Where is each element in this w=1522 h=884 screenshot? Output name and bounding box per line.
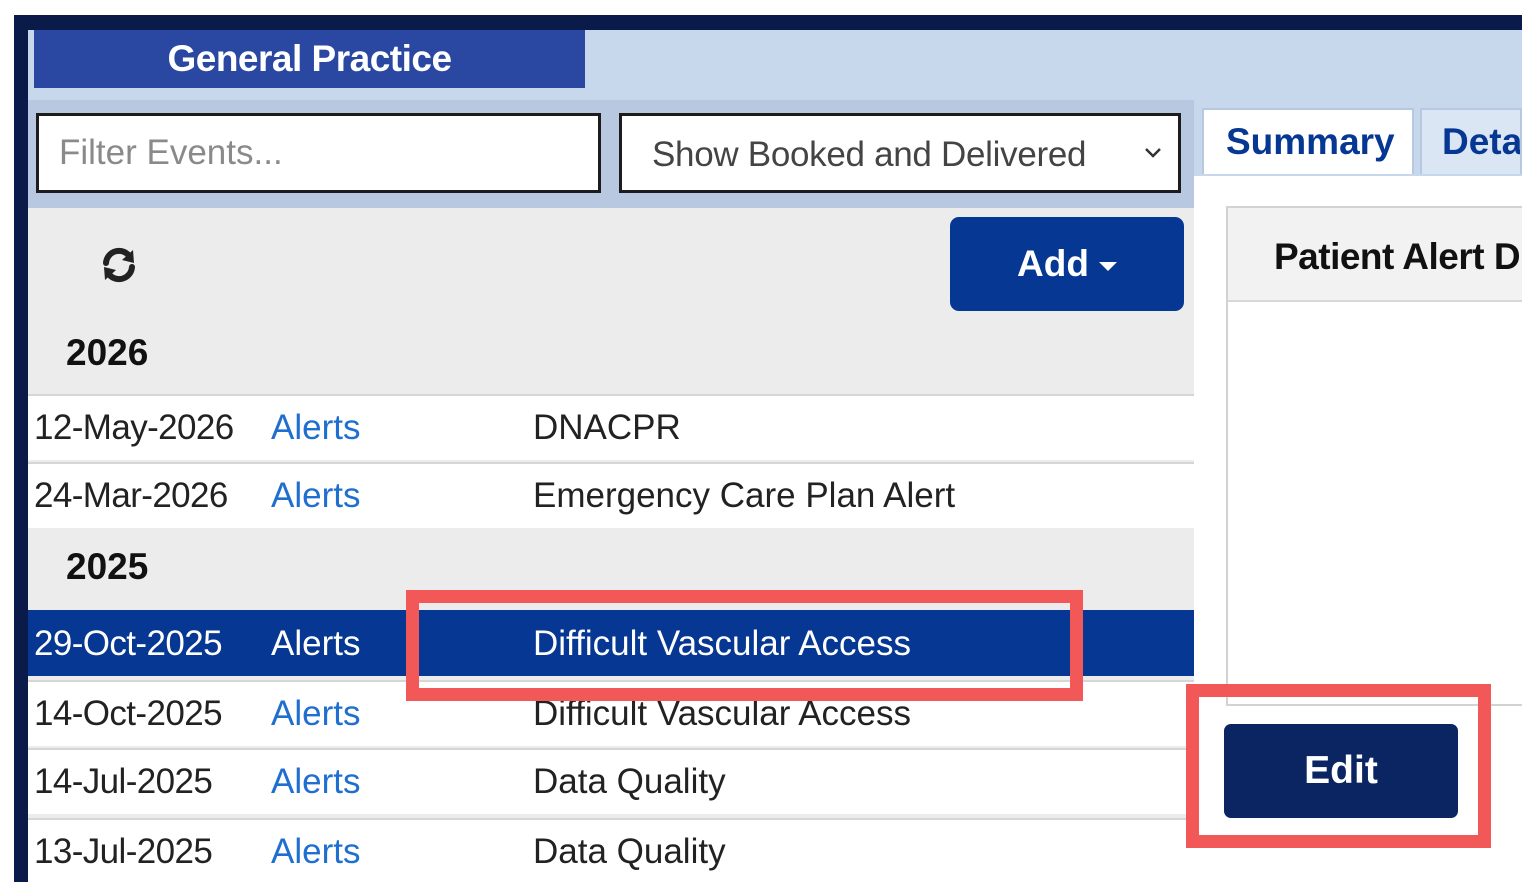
event-title: Difficult Vascular Access [533,624,912,663]
event-type-link[interactable]: Alerts [271,408,360,448]
event-type-link[interactable]: Alerts [271,762,360,802]
event-title: Data Quality [533,832,726,871]
list-item[interactable]: 12-May-2026 Alerts DNACPR [28,394,1194,460]
list-item-selected[interactable]: 29-Oct-2025 Alerts Difficult Vascular Ac… [28,610,1194,676]
year-header: 2026 [28,318,1194,388]
filter-events-input[interactable] [36,113,601,193]
event-date: 13-Jul-2025 [34,832,213,871]
add-button-label: Add [1017,243,1089,284]
event-date: 14-Oct-2025 [34,694,223,733]
edit-button[interactable]: Edit [1224,724,1458,818]
year-header: 2025 [28,532,1194,602]
list-item[interactable]: 24-Mar-2026 Alerts Emergency Care Plan A… [28,462,1194,528]
list-item[interactable]: 14-Oct-2025 Alerts Difficult Vascular Ac… [28,680,1194,746]
event-date: 24-Mar-2026 [34,476,228,515]
chevron-down-icon [1145,148,1161,158]
event-title: Difficult Vascular Access [533,694,912,733]
refresh-icon[interactable] [100,246,138,284]
alert-detail-panel: Patient Alert D [1226,206,1522,706]
tab-general-practice[interactable]: General Practice [34,30,585,88]
list-item[interactable]: 13-Jul-2025 Alerts Data Quality [28,818,1194,884]
event-status-select-value: Show Booked and Delivered [652,135,1087,174]
event-type-link[interactable]: Alerts [271,624,360,664]
add-button[interactable]: Add [950,217,1184,311]
tab-details[interactable]: Deta [1420,108,1522,174]
tab-summary[interactable]: Summary [1202,108,1414,174]
list-item[interactable]: 14-Jul-2025 Alerts Data Quality [28,748,1194,814]
event-status-select[interactable]: Show Booked and Delivered [619,113,1181,193]
event-date: 12-May-2026 [34,408,234,447]
event-date: 29-Oct-2025 [34,624,223,663]
event-date: 14-Jul-2025 [34,762,213,801]
caret-down-icon [1098,261,1117,271]
panel-heading: Patient Alert D [1228,208,1522,302]
event-type-link[interactable]: Alerts [271,476,360,516]
event-title: Emergency Care Plan Alert [533,476,956,515]
event-type-link[interactable]: Alerts [271,694,360,734]
event-title: DNACPR [533,408,681,447]
event-type-link[interactable]: Alerts [271,832,360,872]
event-title: Data Quality [533,762,726,801]
